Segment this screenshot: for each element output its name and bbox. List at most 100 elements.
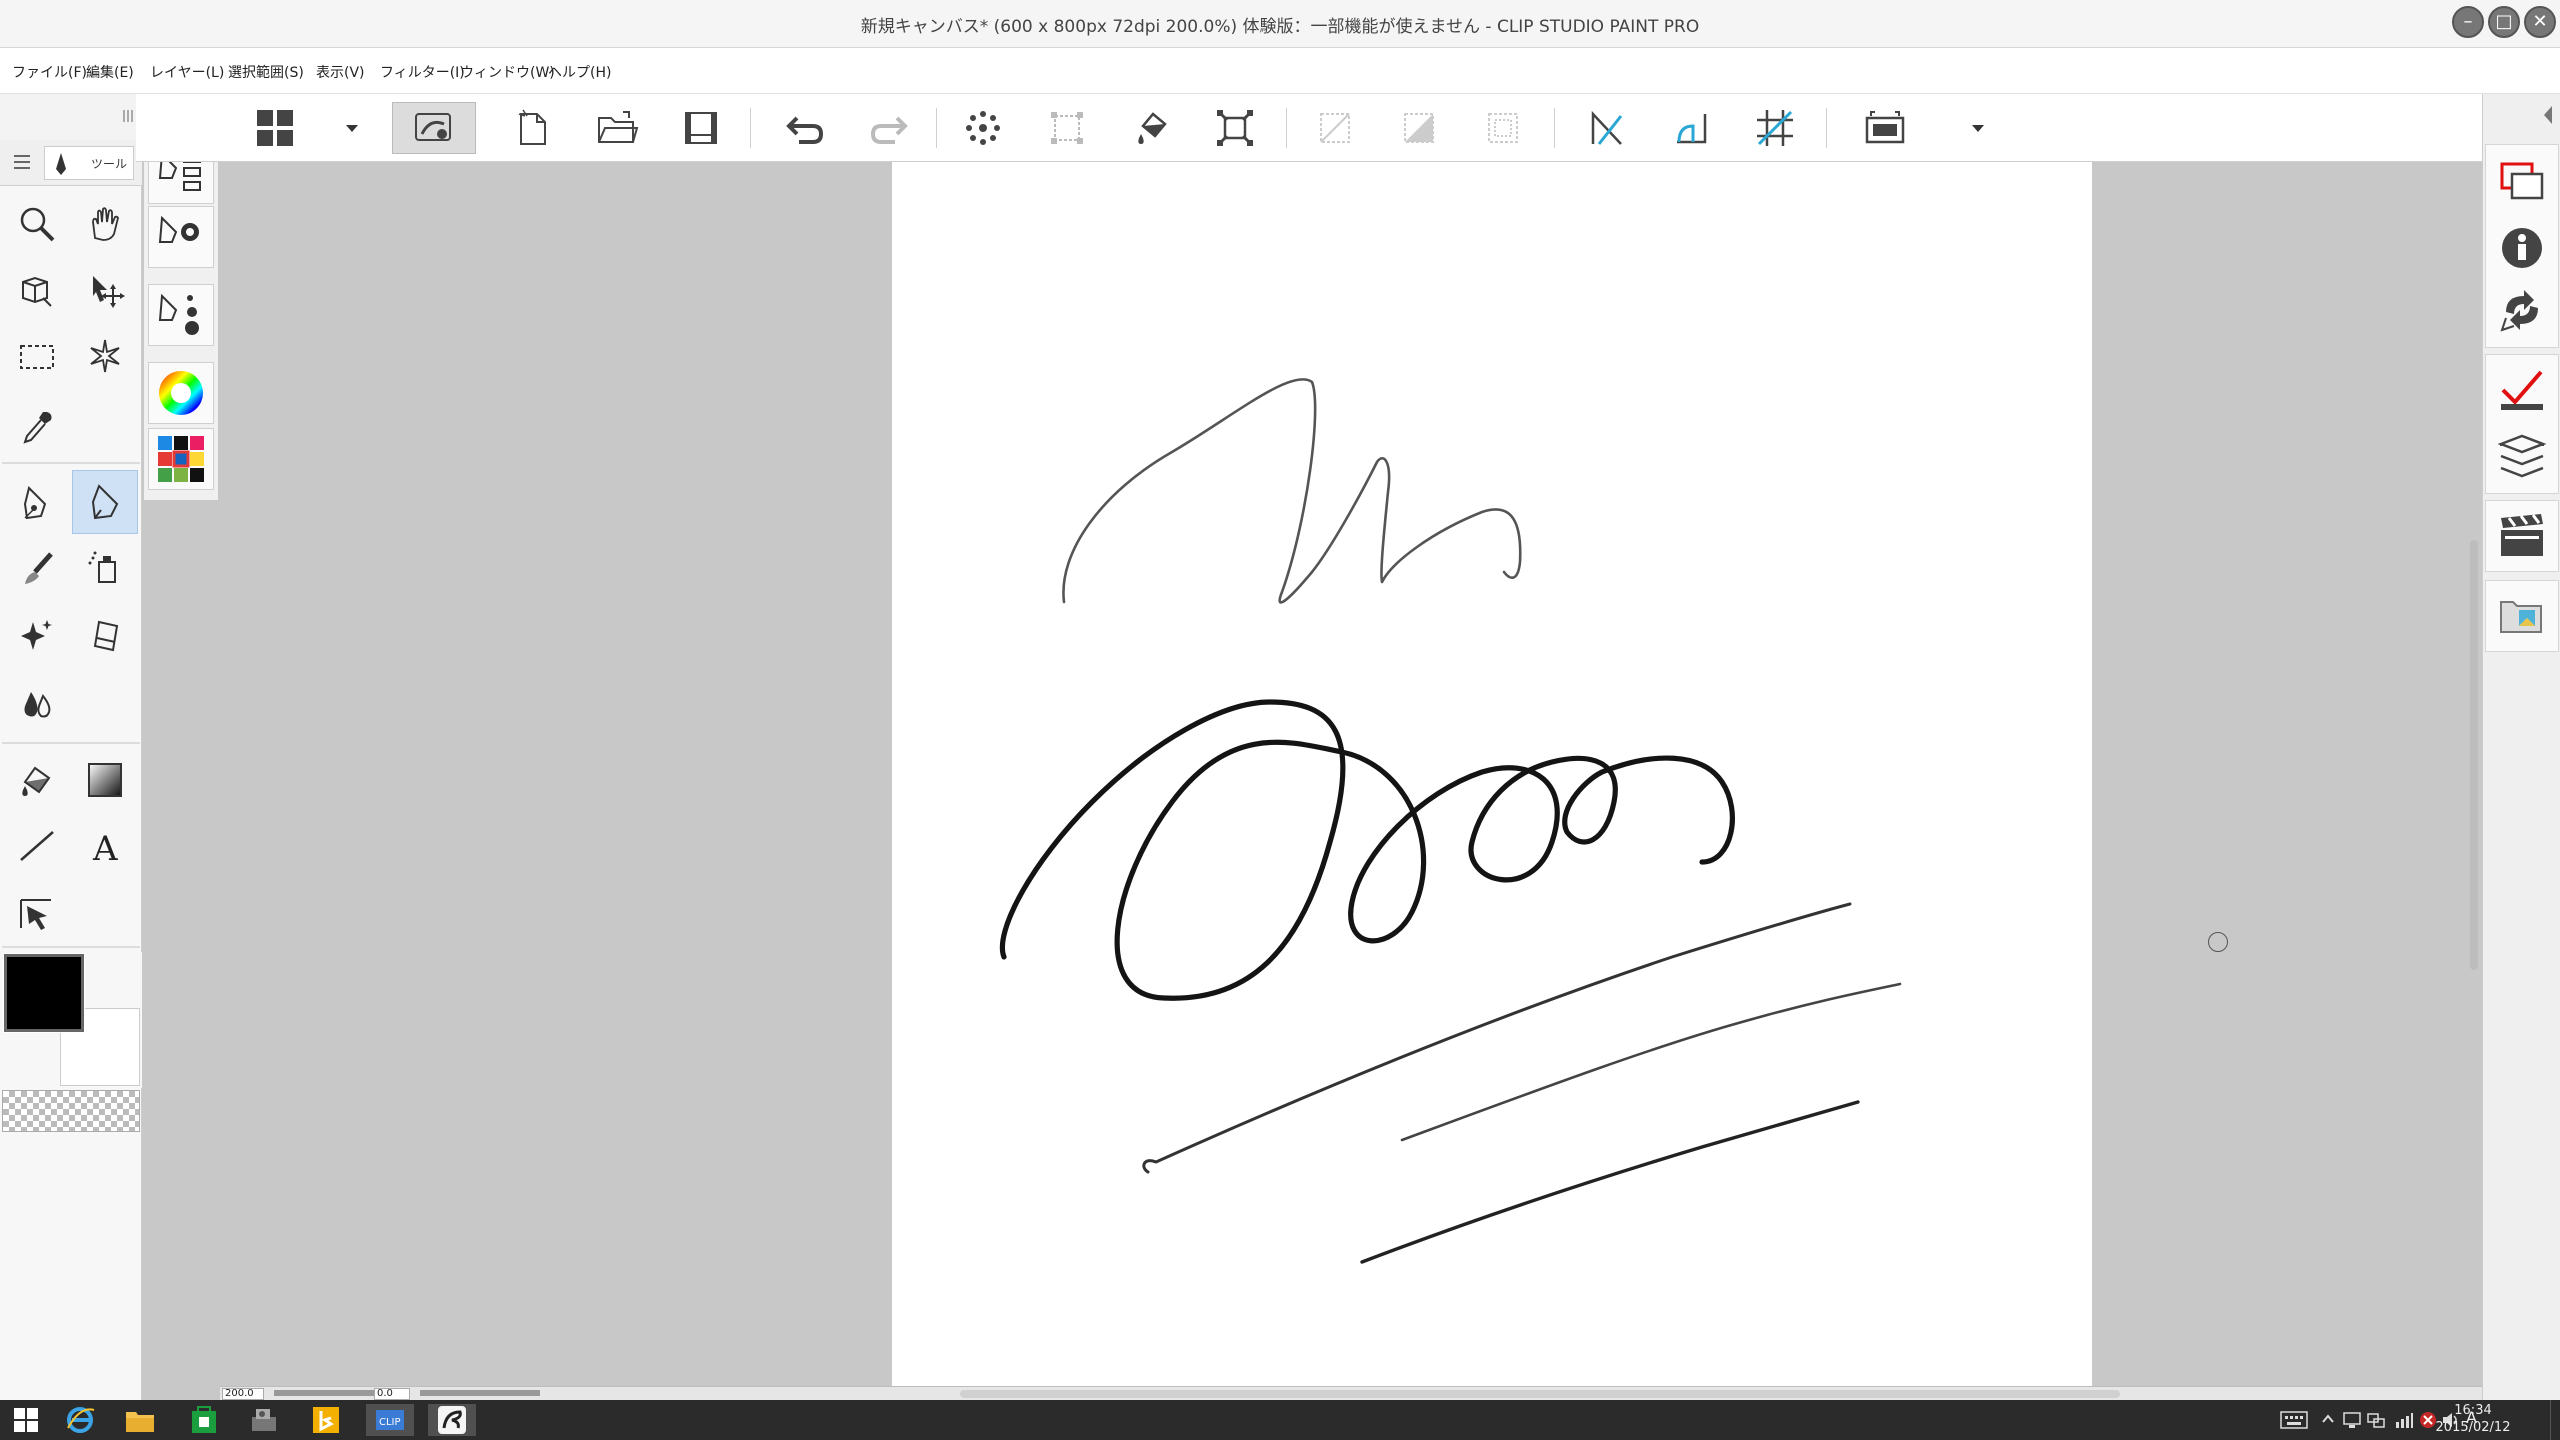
- text-icon[interactable]: A: [72, 814, 138, 878]
- airbrush-icon[interactable]: [72, 536, 138, 600]
- bing-icon[interactable]: [302, 1404, 350, 1436]
- line-icon[interactable]: [4, 814, 70, 878]
- color-set-icon[interactable]: [148, 428, 214, 490]
- menu-file[interactable]: ファイル(F): [12, 62, 87, 82]
- marquee-icon[interactable]: [4, 324, 70, 388]
- eraser-icon[interactable]: [72, 604, 138, 668]
- scribble-stroke: [1062, 378, 1522, 604]
- internet-explorer-icon[interactable]: [56, 1404, 104, 1436]
- brush-icon[interactable]: [4, 536, 70, 600]
- transform-icon[interactable]: [1040, 102, 1094, 154]
- menu-edit[interactable]: 編集(E): [86, 62, 134, 82]
- tool-palette-tab[interactable]: ツール: [0, 140, 142, 186]
- pencil-icon[interactable]: [72, 470, 138, 534]
- open-icon[interactable]: [590, 102, 644, 154]
- show-selection-icon[interactable]: [1476, 102, 1530, 154]
- canvas-paper[interactable]: [892, 162, 2092, 1386]
- eyedropper-icon[interactable]: [4, 394, 70, 458]
- menu-help[interactable]: ヘルプ(H): [548, 62, 611, 82]
- close-icon[interactable]: ✕: [2524, 6, 2556, 38]
- sync-icon[interactable]: [2489, 278, 2555, 342]
- scale-icon[interactable]: [1208, 102, 1262, 154]
- hand-icon[interactable]: [72, 192, 138, 256]
- tool-separator: [2, 946, 140, 948]
- tool-property-icon[interactable]: [148, 206, 214, 268]
- minimize-icon[interactable]: –: [2452, 6, 2484, 38]
- clip-studio-paint-taskbar-icon[interactable]: [428, 1404, 476, 1436]
- undo-icon[interactable]: [778, 102, 832, 154]
- fill-selection-icon[interactable]: [1124, 102, 1178, 154]
- info-icon[interactable]: [2489, 216, 2555, 280]
- new-icon[interactable]: [506, 102, 560, 154]
- zoom-icon[interactable]: [4, 192, 70, 256]
- keyboard-icon[interactable]: [2280, 1410, 2308, 1430]
- fill-icon[interactable]: [4, 748, 70, 812]
- decoration-icon[interactable]: [4, 604, 70, 668]
- rotation-slider[interactable]: [420, 1390, 540, 1396]
- rotation-value[interactable]: 0.0: [374, 1388, 410, 1400]
- store-icon[interactable]: [180, 1404, 228, 1436]
- horizontal-scrollbar[interactable]: [960, 1390, 2120, 1398]
- material-icon[interactable]: [2489, 584, 2555, 648]
- ruler-snap-icon[interactable]: [1580, 102, 1634, 154]
- show-desktop-button[interactable]: [2550, 1400, 2560, 1440]
- display-icon[interactable]: [2342, 1410, 2362, 1430]
- clear-icon[interactable]: [956, 102, 1010, 154]
- file-explorer-icon[interactable]: [116, 1404, 164, 1436]
- move-icon[interactable]: [72, 258, 138, 322]
- gradient-icon[interactable]: [72, 748, 138, 812]
- brush-cursor: [2208, 932, 2228, 952]
- redo-icon[interactable]: [862, 102, 916, 154]
- fit-view-icon[interactable]: [1858, 102, 1912, 154]
- vertical-scrollbar[interactable]: [2470, 540, 2478, 970]
- camera-icon[interactable]: [4, 258, 70, 322]
- grip-icon[interactable]: [122, 108, 136, 124]
- tool-tab[interactable]: ツール: [44, 146, 134, 180]
- menu-window[interactable]: ウィンドウ(W): [460, 62, 555, 82]
- invert-selection-icon[interactable]: [1392, 102, 1446, 154]
- separator: [1826, 108, 1827, 148]
- menu-icon[interactable]: [12, 152, 32, 172]
- pen-icon[interactable]: [4, 470, 70, 534]
- maximize-icon[interactable]: □: [2488, 6, 2520, 38]
- cmd-dropdown-icon[interactable]: [1968, 102, 1988, 154]
- operation-icon[interactable]: [4, 882, 70, 946]
- menu-select[interactable]: 選択範囲(S): [228, 62, 304, 82]
- title-bar: 新規キャンバス* (600 x 800px 72dpi 200.0%) 体験版：…: [0, 0, 2560, 48]
- network-tray-icon[interactable]: [2366, 1410, 2386, 1430]
- deselect-icon[interactable]: [1308, 102, 1362, 154]
- magic-wand-icon[interactable]: [72, 324, 138, 388]
- clock-time[interactable]: 16:34: [2428, 1403, 2518, 1418]
- clip-studio-icon[interactable]: [392, 102, 476, 154]
- main-color-swatch[interactable]: [3, 953, 85, 1033]
- window-title: 新規キャンバス* (600 x 800px 72dpi 200.0%) 体験版：…: [860, 17, 1700, 37]
- animation-icon[interactable]: [2489, 504, 2555, 568]
- layout-dropdown-icon[interactable]: [342, 102, 362, 154]
- collapse-arrow-icon[interactable]: [2541, 104, 2555, 126]
- windows-start-icon[interactable]: [2, 1404, 50, 1436]
- blend-icon[interactable]: [4, 672, 70, 736]
- layout-icon[interactable]: [248, 102, 302, 154]
- clip-studio-launcher-icon[interactable]: [240, 1404, 288, 1436]
- navigator-icon[interactable]: [2489, 150, 2555, 214]
- tool-tab-label: ツール: [91, 157, 128, 171]
- menu-filter[interactable]: フィルター(I): [380, 62, 465, 82]
- layer-property-icon[interactable]: [2489, 358, 2555, 422]
- tray-expand-icon[interactable]: [2322, 1412, 2334, 1426]
- signal-icon[interactable]: [2394, 1410, 2414, 1430]
- brush-size-icon[interactable]: [148, 284, 214, 346]
- zoom-value[interactable]: 200.0: [222, 1388, 264, 1400]
- transparent-color-swatch[interactable]: [2, 1090, 140, 1132]
- clock-date[interactable]: 2015/02/12: [2428, 1420, 2518, 1435]
- menu-view[interactable]: 表示(V): [316, 62, 365, 82]
- special-ruler-snap-icon[interactable]: [1664, 102, 1718, 154]
- grid-snap-icon[interactable]: [1748, 102, 1802, 154]
- taskbar: CLIP A 16:34 2015/02/12: [0, 1400, 2560, 1440]
- color-wheel-icon[interactable]: [148, 362, 214, 424]
- menu-layer[interactable]: レイヤー(L): [150, 62, 224, 82]
- layers-icon[interactable]: [2489, 424, 2555, 488]
- save-icon[interactable]: [674, 102, 728, 154]
- zoom-slider[interactable]: [274, 1390, 374, 1396]
- clip-studio-taskbar-icon[interactable]: CLIP: [366, 1404, 414, 1436]
- loop-stroke: [999, 699, 1735, 1001]
